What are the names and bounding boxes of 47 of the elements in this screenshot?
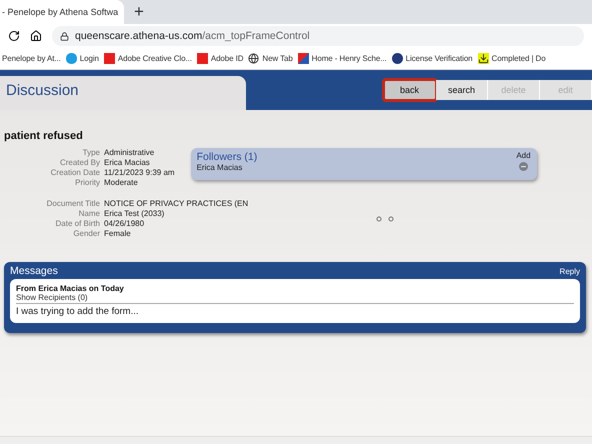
bookmark[interactable]: Adobe ID [196,53,244,64]
follower-name: Erica Macias [196,163,244,172]
field-label: Date of Birth [54,219,100,228]
home-icon[interactable] [30,30,42,42]
new-tab-button[interactable]: + [134,2,144,22]
field-label: Type [82,148,100,157]
loading-dots-icon [376,216,396,222]
field-value: Moderate [104,178,139,187]
action-button[interactable]: back [384,80,436,100]
field-value: Administrative [104,148,156,157]
field-value: 04/26/1980 [104,219,146,228]
field-value: 11/21/2023 9:39 am [104,168,175,177]
bookmark[interactable]: License Verification [392,53,473,64]
horizontal-scrollbar[interactable] [0,436,592,444]
field-label: Priority [74,178,100,187]
field-value: Female [104,229,132,238]
bookmark[interactable]: Home - Henry Sche... [298,53,387,64]
field-value: Erica Macias [104,158,151,167]
followers-title: Followers (1) [196,151,258,163]
reload-icon[interactable] [8,30,20,42]
bookmark[interactable]: Adobe Creative Clo... [104,53,192,64]
show-recipients-link[interactable]: Show Recipients (0) [16,293,574,304]
reply-link[interactable]: Reply [560,266,580,276]
field-label: Gender [72,229,100,238]
field-value: Erica Test (2033) [104,209,166,218]
message-sender: From Erica Macias on Today [16,284,125,293]
message-text: I was trying to add the form... [16,306,140,317]
page-title: Discussion [0,76,246,110]
globe-icon [248,53,260,64]
field-label: Name [78,209,100,218]
bookmark[interactable]: Completed | Do [478,53,546,64]
action-button[interactable]: search [436,80,488,100]
download-icon [478,53,489,64]
remove-icon[interactable] [518,162,528,171]
bookmark[interactable]: New Tab [248,53,293,64]
address-bar[interactable]: queenscare.athena-us.com/acm_topFrameControl [52,26,584,46]
field-label: Created By [58,158,100,167]
bookmark[interactable]: Penelope by At... [2,54,61,63]
subject-heading: patient refused [4,130,84,142]
field-label: Creation Date [50,168,100,177]
field-label: Document Title [46,199,100,208]
lock-icon [60,32,69,40]
browser-tab[interactable]: - Penelope by Athena Softwa [0,0,124,24]
bookmark[interactable]: Login [66,53,99,64]
add-link[interactable]: Add [516,151,531,160]
field-value: NOTICE OF PRIVACY PRACTICES (EN [104,199,250,208]
messages-title: Messages [10,265,58,277]
